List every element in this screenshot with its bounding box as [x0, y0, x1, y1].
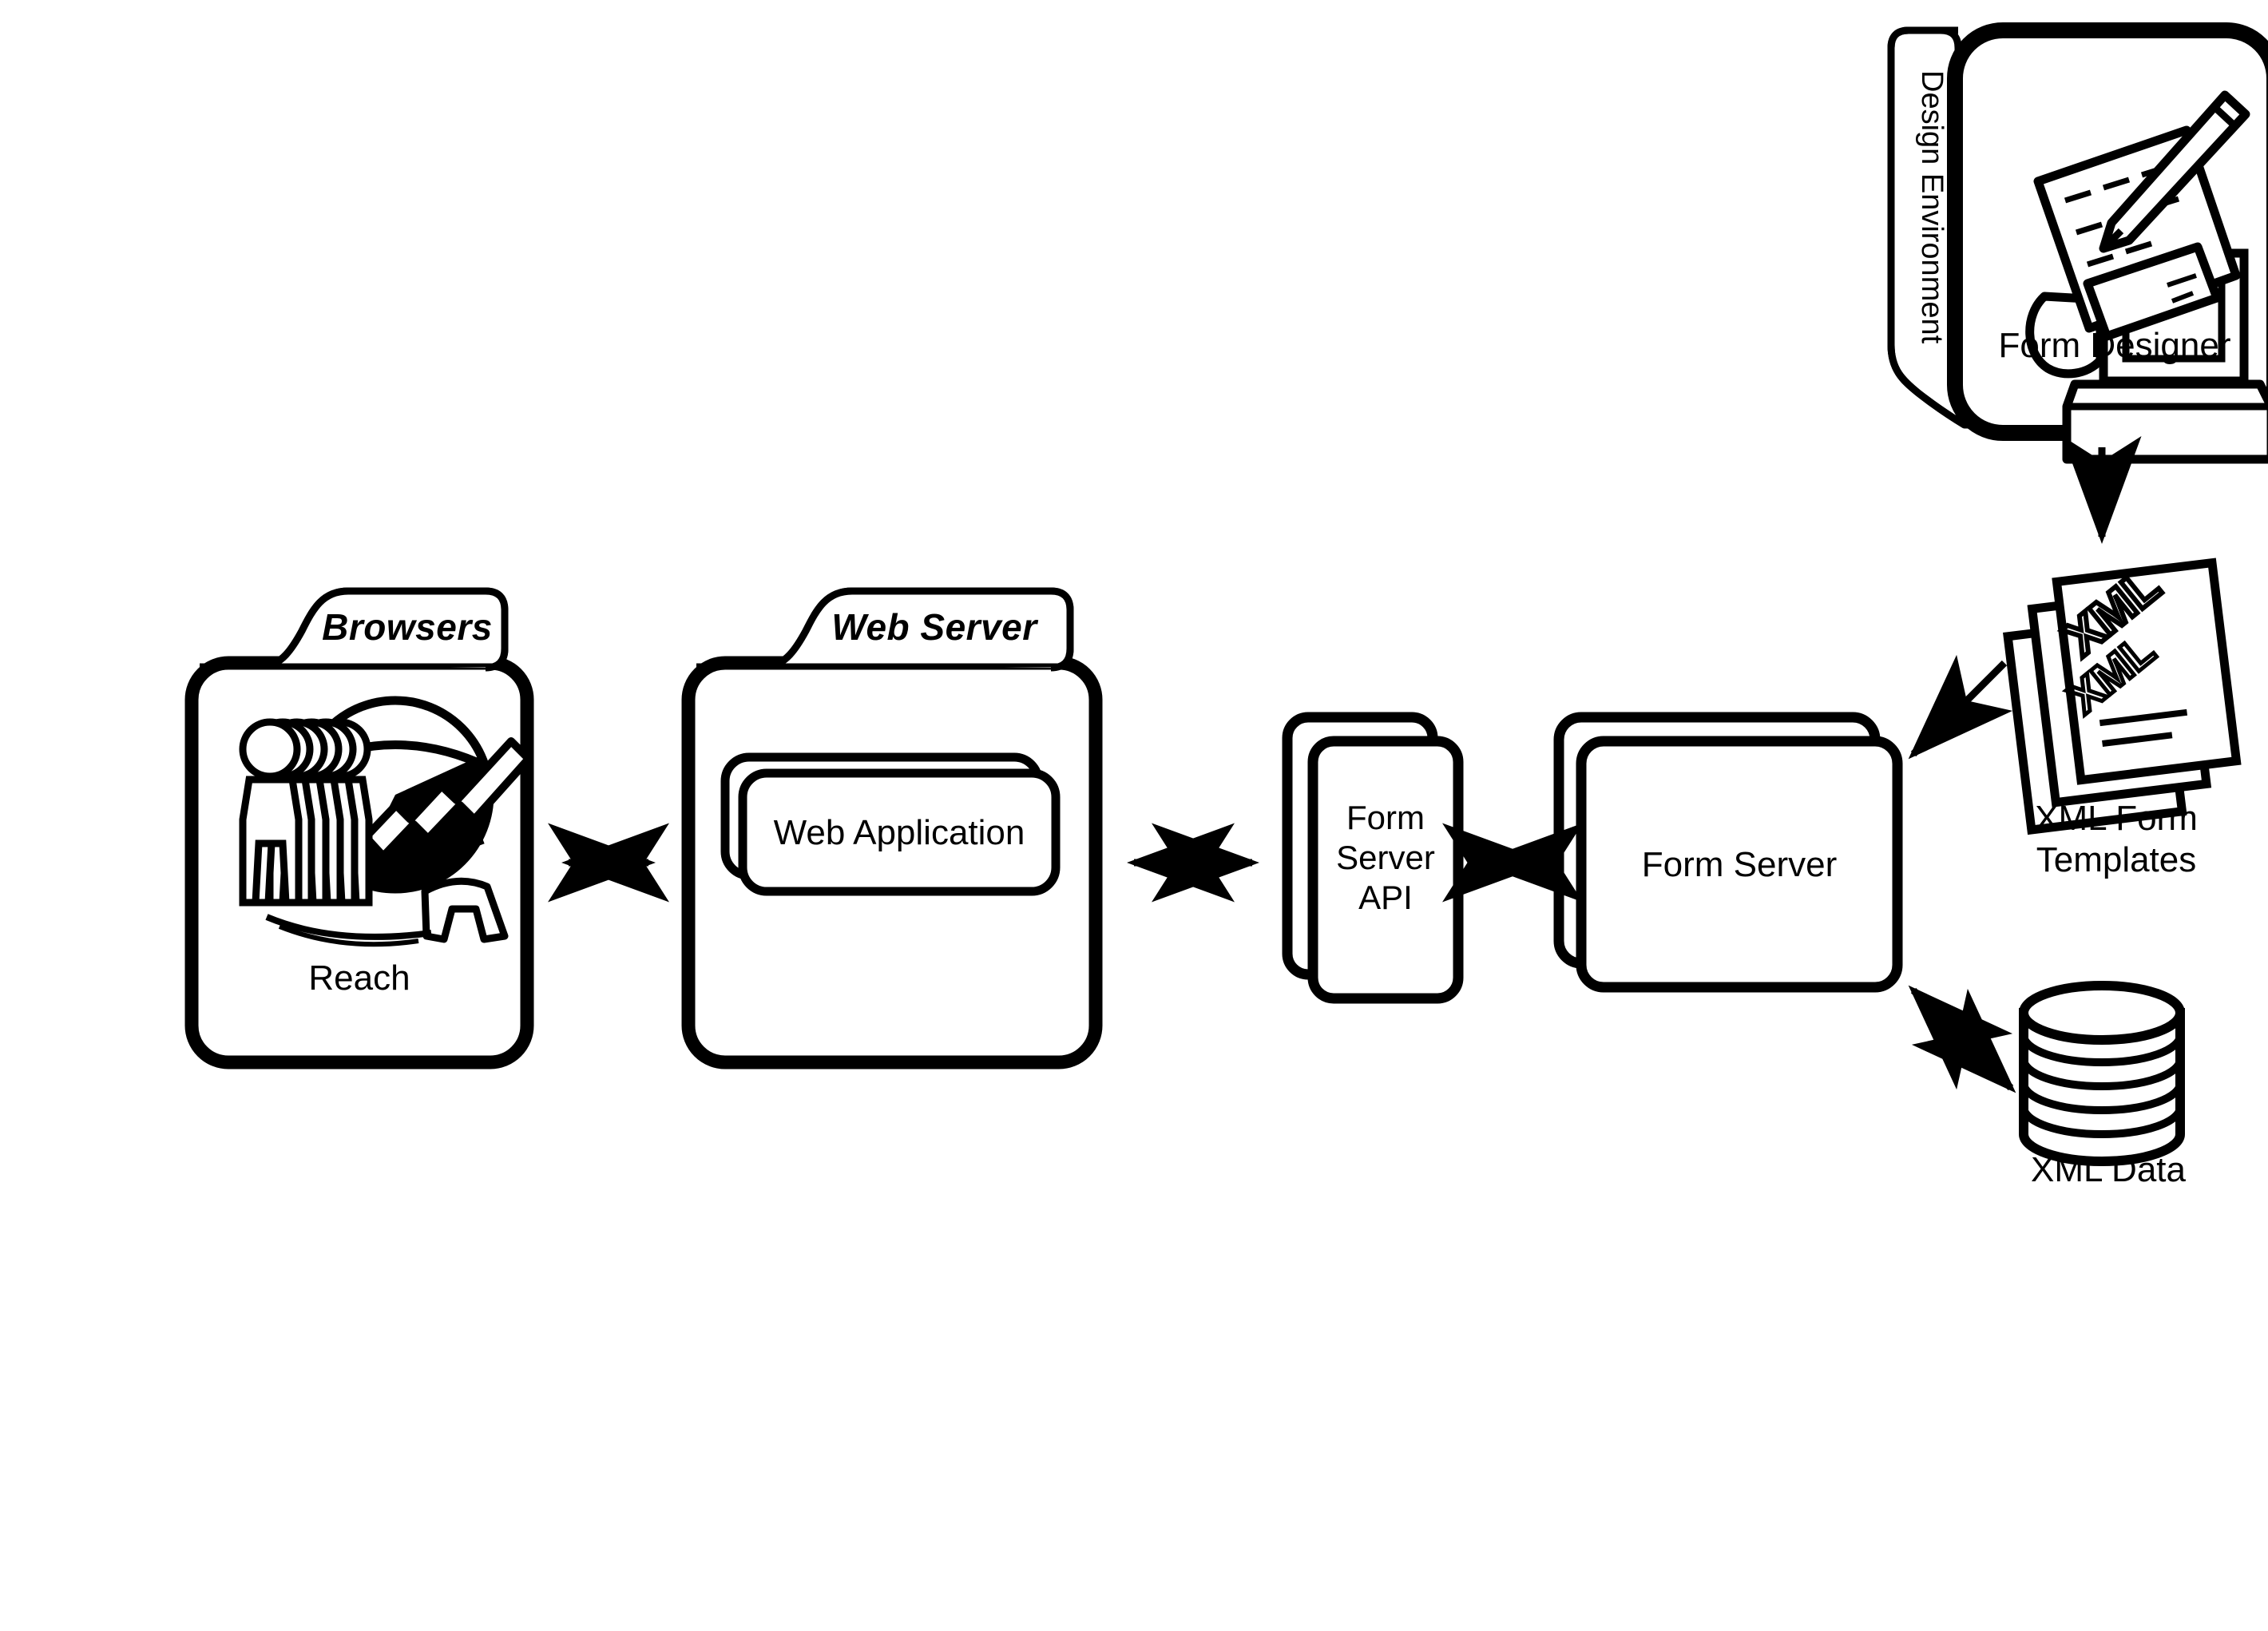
form-server-api-front-card: [1307, 736, 1464, 1004]
container-browsers[interactable]: [184, 587, 534, 1069]
browsers-tab-overlay: [264, 587, 509, 672]
connector-xml-templates-form-server: [1908, 654, 2013, 760]
webserver-tab-overlay: [768, 587, 1074, 672]
design-environment-tab-label: Design Environment: [1915, 70, 1949, 344]
database-cylinder-icon[interactable]: [2019, 981, 2185, 1166]
connector-form-server-xml-data: [1908, 985, 2016, 1093]
node-form-server[interactable]: [1553, 712, 1903, 993]
diagram-canvas: XML XML Browsers Reach Web Server Web Ap…: [0, 0, 2268, 1631]
form-server-front-card: [1576, 736, 1903, 993]
xml-form-templates-icon[interactable]: XML XML: [2003, 549, 2242, 835]
web-application-front-card: [738, 768, 1061, 896]
node-form-server-api[interactable]: [1282, 712, 1464, 1004]
web-application-box[interactable]: [720, 752, 1061, 896]
container-web-server[interactable]: [681, 587, 1103, 1069]
